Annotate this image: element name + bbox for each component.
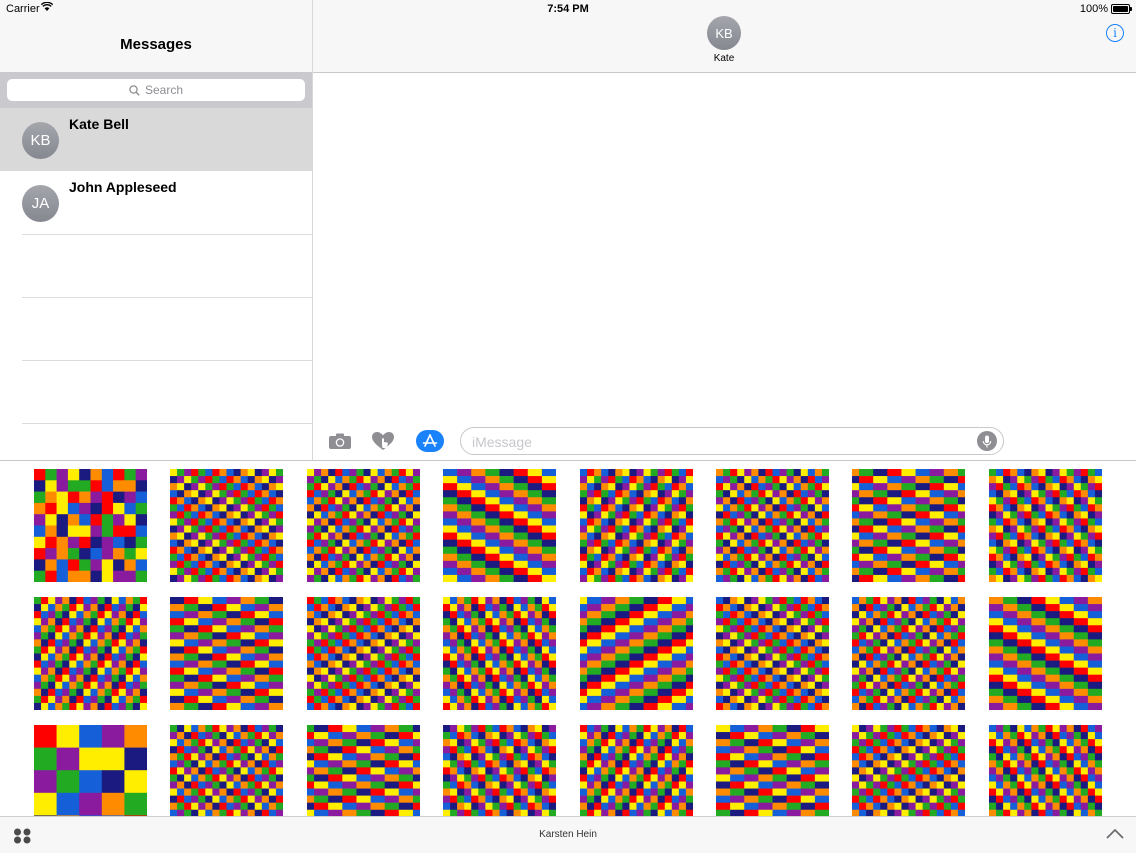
sticker-item[interactable] [34,597,147,710]
chevron-up-icon[interactable] [1106,828,1124,839]
status-time: 7:54 PM [0,3,1136,15]
avatar: JA [22,185,59,222]
row-separator [22,297,312,298]
sticker-drawer [0,460,1136,817]
digital-touch-button[interactable] [370,430,396,452]
search-input[interactable]: Search [7,79,305,101]
sticker-item[interactable] [852,725,965,817]
row-separator [22,423,312,424]
sticker-item[interactable] [989,469,1102,582]
sticker-item[interactable] [989,725,1102,817]
sticker-item[interactable] [443,597,556,710]
row-separator [22,360,312,361]
microphone-icon [982,435,992,448]
app-store-icon [422,434,438,448]
sidebar-title: Messages [0,36,312,53]
digital-touch-icon [371,431,395,451]
sticker-item[interactable] [580,725,693,817]
row-separator [22,234,312,235]
sticker-item[interactable] [307,725,420,817]
app-store-button[interactable] [416,430,444,452]
message-composer: iMessage [313,424,1136,460]
search-icon [129,85,140,96]
camera-icon [328,432,352,450]
conversation-name: Kate Bell [69,116,129,132]
app-drawer-footer: Karsten Hein [0,816,1136,853]
sticker-item[interactable] [34,469,147,582]
status-bar: Carrier 7:54 PM 100% [0,0,1136,18]
sticker-item[interactable] [34,725,147,817]
info-icon[interactable]: i [1106,24,1124,42]
sticker-item[interactable] [852,597,965,710]
sticker-item[interactable] [716,469,829,582]
microphone-button[interactable] [977,431,997,451]
conversation-name: John Appleseed [69,179,177,195]
contact-name[interactable]: Kate [674,53,774,64]
sticker-item[interactable] [170,725,283,817]
avatar: KB [22,122,59,159]
message-input[interactable]: iMessage [460,427,1004,455]
contact-avatar[interactable]: KB [707,16,741,50]
conversation-row-john-appleseed[interactable]: JA John Appleseed [0,171,312,234]
sticker-item[interactable] [307,597,420,710]
camera-button[interactable] [327,430,353,452]
sticker-item[interactable] [716,597,829,710]
sticker-item[interactable] [170,597,283,710]
battery-icon [1111,4,1130,14]
conversation-list-pane: Messages Search KB Kate Bell JA John App… [0,0,313,460]
sticker-item[interactable] [580,469,693,582]
conversation-row-kate-bell[interactable]: KB Kate Bell [0,108,312,171]
app-title: Karsten Hein [0,829,1136,840]
search-bar: Search [0,72,312,108]
sticker-item[interactable] [716,725,829,817]
sticker-item[interactable] [989,597,1102,710]
battery-percentage: 100% [1080,3,1108,15]
sticker-item[interactable] [580,597,693,710]
sticker-item[interactable] [443,469,556,582]
message-placeholder: iMessage [472,434,532,450]
search-placeholder: Search [145,83,183,97]
sticker-item[interactable] [443,725,556,817]
sticker-item[interactable] [170,469,283,582]
sticker-item[interactable] [307,469,420,582]
sticker-item[interactable] [852,469,965,582]
